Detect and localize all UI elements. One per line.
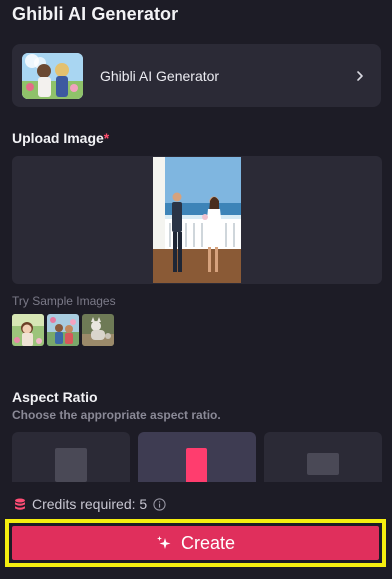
database-icon bbox=[15, 498, 25, 510]
chevron-right-icon bbox=[357, 70, 363, 81]
model-name: Ghibli AI Generator bbox=[100, 67, 220, 84]
sparkle-icon bbox=[156, 536, 171, 549]
sample-image-3[interactable] bbox=[82, 314, 114, 346]
aspect-ratio-title: Aspect Ratio bbox=[12, 389, 98, 405]
page-title: Ghibli AI Generator bbox=[12, 4, 179, 24]
create-button-highlight: Create bbox=[5, 519, 386, 567]
model-selector[interactable]: Ghibli AI Generator bbox=[12, 44, 381, 107]
info-icon[interactable] bbox=[153, 497, 166, 511]
sample-image-1[interactable] bbox=[12, 314, 44, 346]
ghibli-generator-panel: Ghibli AI Generator Ghibli AI Generator … bbox=[0, 0, 392, 579]
uploaded-image bbox=[153, 157, 241, 283]
upload-label-text: Upload Image bbox=[12, 130, 104, 146]
upload-label: Upload Image* bbox=[12, 130, 109, 146]
required-marker: * bbox=[103, 130, 110, 146]
ratio-square-shape bbox=[55, 448, 87, 482]
ratio-landscape-shape bbox=[307, 453, 339, 475]
model-thumbnail bbox=[22, 52, 83, 99]
sample-images-label: Try Sample Images bbox=[12, 294, 116, 308]
credits-required: Credits required: 5 bbox=[14, 496, 166, 512]
ratio-portrait-shape bbox=[186, 448, 207, 482]
sample-images bbox=[12, 314, 114, 346]
credits-text: Credits required: 5 bbox=[32, 496, 148, 512]
create-button-label: Create bbox=[180, 532, 236, 553]
upload-dropzone[interactable] bbox=[12, 156, 382, 284]
aspect-ratio-subtitle: Choose the appropriate aspect ratio. bbox=[12, 408, 221, 422]
aspect-ratio-options bbox=[12, 432, 382, 482]
create-button[interactable]: Create bbox=[12, 526, 379, 560]
aspect-ratio-landscape[interactable] bbox=[264, 432, 382, 482]
aspect-ratio-portrait[interactable] bbox=[138, 432, 256, 482]
aspect-ratio-square[interactable] bbox=[12, 432, 130, 482]
sample-image-2[interactable] bbox=[47, 314, 79, 346]
